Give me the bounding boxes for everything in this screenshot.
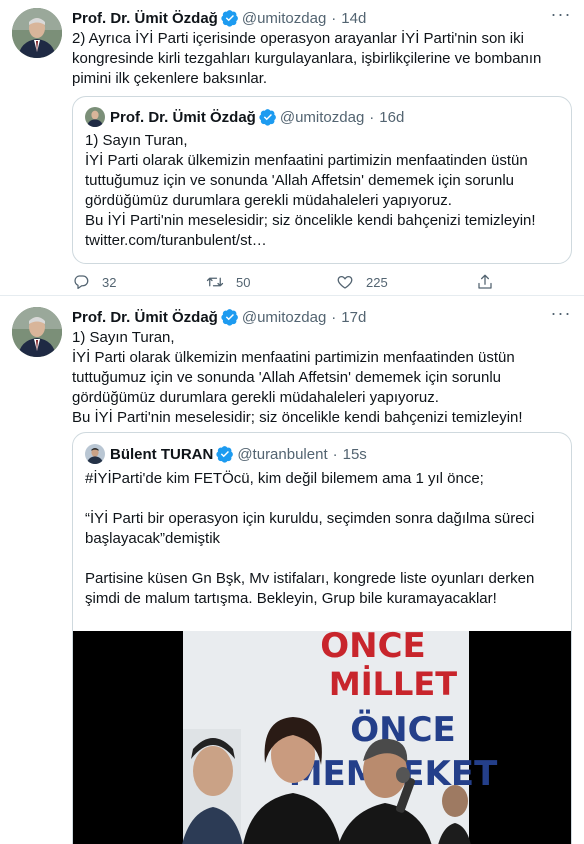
author-handle[interactable]: @umitozdag (242, 10, 326, 27)
tweet[interactable]: Prof. Dr. Ümit Özdağ @umitozdag · 17d ··… (0, 297, 584, 844)
avatar[interactable] (12, 307, 62, 357)
verified-icon (221, 308, 239, 326)
separator-dot: · (331, 308, 337, 326)
sign-text-3: ÖNCE (350, 709, 456, 750)
verified-icon (259, 108, 277, 126)
quoted-timestamp: 15s (342, 445, 367, 463)
quoted-tweet[interactable]: Prof. Dr. Ümit Özdağ @umitozdag · 16d 1)… (72, 96, 572, 264)
quoted-timestamp: 16d (379, 108, 405, 126)
video-frame: ÖNCE MİLLET ÖNCE MEMLEKET (73, 631, 561, 844)
retweet-icon (206, 277, 224, 287)
more-icon[interactable]: ··· (550, 5, 572, 28)
tweet-header: Prof. Dr. Ümit Özdağ @umitozdag · 17d (72, 307, 572, 327)
separator-dot: · (332, 445, 338, 463)
reply-button[interactable]: 32 (72, 273, 116, 291)
like-icon (337, 275, 353, 289)
quoted-author-handle: @turanbulent (237, 445, 328, 463)
reply-icon (74, 275, 89, 290)
sign-text-1: ÖNCE (320, 631, 426, 666)
author-handle[interactable]: @umitozdag (242, 309, 326, 326)
author-name[interactable]: Prof. Dr. Ümit Özdağ (72, 10, 218, 27)
author-name[interactable]: Prof. Dr. Ümit Özdağ (72, 309, 218, 326)
retweet-button[interactable]: 50 (206, 273, 250, 291)
sign-text-2: MİLLET (329, 665, 457, 703)
quoted-tweet-header: Bülent TURAN @turanbulent · 15s (85, 444, 559, 464)
share-icon (478, 274, 492, 289)
quoted-author-handle: @umitozdag (279, 108, 365, 126)
like-button[interactable]: 225 (336, 273, 388, 291)
verified-icon (216, 445, 234, 463)
like-count: 225 (366, 274, 388, 290)
avatar[interactable] (12, 8, 62, 58)
tweet-text: 1) Sayın Turan, İYİ Parti olarak ülkemiz… (72, 329, 523, 426)
quoted-author-name: Prof. Dr. Ümit Özdağ (110, 108, 256, 126)
tweet-header: Prof. Dr. Ümit Özdağ @umitozdag · 14d (72, 8, 572, 28)
avatar (85, 444, 105, 464)
tweet-actions: 32 50 225 (72, 272, 502, 292)
quoted-tweet-header: Prof. Dr. Ümit Özdağ @umitozdag · 16d (85, 107, 559, 127)
avatar (85, 107, 105, 127)
separator-dot: · (331, 9, 337, 27)
tweet[interactable]: Prof. Dr. Ümit Özdağ @umitozdag · 14d ··… (0, 0, 584, 296)
timestamp[interactable]: 17d (341, 309, 366, 326)
reply-count: 32 (102, 274, 117, 290)
separator-dot: · (369, 108, 375, 126)
quoted-media-video[interactable]: ÖNCE MİLLET ÖNCE MEMLEKET (73, 631, 571, 844)
verified-icon (221, 9, 239, 27)
share-button[interactable] (476, 273, 506, 291)
more-icon[interactable]: ··· (550, 304, 572, 327)
quoted-author-name: Bülent TURAN (110, 445, 214, 463)
quoted-tweet-text: 1) Sayın Turan, İYİ Parti olarak ülkemiz… (85, 132, 536, 249)
tweet-text: 2) Ayrıca İYİ Parti içerisinde operasyon… (72, 30, 546, 87)
retweet-count: 50 (236, 274, 251, 290)
timestamp[interactable]: 14d (341, 10, 366, 27)
quoted-tweet[interactable]: Bülent TURAN @turanbulent · 15s #İYİPart… (72, 432, 572, 844)
quoted-tweet-text: #İYİParti'de kim FETÖcü, kim değil bilem… (85, 470, 535, 607)
